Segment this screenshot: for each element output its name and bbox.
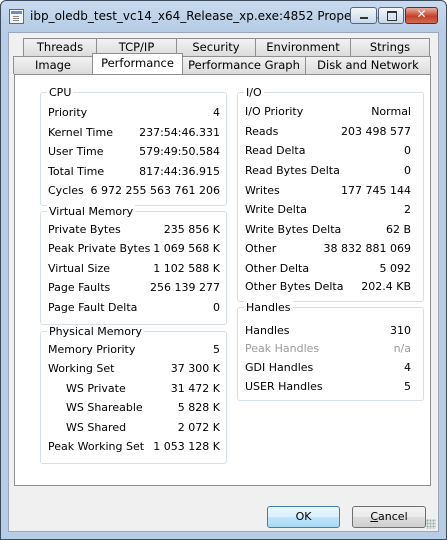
handles-label: Handles [245, 324, 290, 337]
io-label: Read Delta [245, 144, 306, 157]
tab-threads[interactable]: Threads [23, 38, 97, 56]
handles-group: Handles Handles 310 Peak Handles n/a GDI… [237, 301, 424, 401]
cpu-label: Total Time [48, 165, 105, 178]
maximize-button[interactable] [378, 7, 404, 24]
handles-label: USER Handles [245, 380, 323, 393]
handles-label: Peak Handles [245, 342, 320, 355]
io-value: 2 [404, 203, 411, 216]
properties-window: ibp_oledb_test_vc14_x64_Release_xp.exe:4… [0, 0, 447, 540]
tab-security[interactable]: Security [176, 38, 256, 56]
physical-memory-group: Physical Memory Memory Priority 5 Workin… [40, 325, 227, 464]
virtual-memory-value: 256 139 277 [150, 281, 220, 294]
minimize-button[interactable] [350, 7, 377, 24]
physical-memory-value: 1 053 128 K [153, 440, 220, 453]
virtual-memory-label: Private Bytes [48, 223, 121, 236]
handles-value: n/a [393, 342, 411, 355]
physical-memory-label: WS Shared [66, 421, 127, 434]
tab-disk-and-network[interactable]: Disk and Network [305, 56, 431, 74]
cpu-label: User Time [48, 145, 104, 158]
io-label: Other [245, 242, 277, 255]
handles-value: 5 [404, 380, 411, 393]
io-label: Other Bytes Delta [245, 280, 344, 293]
close-icon: ✕ [416, 7, 427, 21]
io-label: Writes [245, 184, 280, 197]
title-bar[interactable]: ibp_oledb_test_vc14_x64_Release_xp.exe:4… [1, 1, 446, 32]
handles-value: 310 [390, 324, 411, 337]
minimize-icon [360, 17, 368, 19]
virtual-memory-label: Virtual Size [48, 262, 111, 275]
io-value: 177 745 144 [341, 184, 411, 197]
virtual-memory-label: Page Fault Delta [48, 301, 138, 314]
virtual-memory-value: 235 856 K [163, 223, 220, 236]
cpu-value: 4 [213, 106, 220, 119]
handles-label: GDI Handles [245, 361, 314, 374]
io-value: 203 498 577 [341, 125, 411, 138]
physical-memory-group-title: Physical Memory [47, 325, 144, 338]
io-value: 0 [404, 164, 411, 177]
physical-memory-label: WS Private [66, 382, 126, 395]
tab-performance-graph[interactable]: Performance Graph [182, 56, 306, 74]
virtual-memory-label: Peak Private Bytes [48, 242, 151, 255]
physical-memory-label: Memory Priority [48, 343, 136, 356]
tab-performance[interactable]: Performance [92, 53, 183, 74]
io-value: 0 [404, 144, 411, 157]
cpu-label: Priority [48, 106, 88, 119]
cancel-button[interactable]: Cancel [352, 506, 426, 528]
virtual-memory-value: 0 [213, 301, 220, 314]
physical-memory-value: 5 [213, 343, 220, 356]
io-label: I/O Priority [245, 105, 304, 118]
window-title: ibp_oledb_test_vc14_x64_Release_xp.exe:4… [30, 9, 378, 23]
io-value: 5 092 [379, 262, 412, 275]
tab-strings[interactable]: Strings [350, 38, 430, 56]
cpu-group: CPU Priority 4 Kernel Time 237:54:46.331… [40, 86, 227, 206]
handles-value: 4 [404, 361, 411, 374]
io-value: 62 B [385, 223, 411, 236]
virtual-memory-label: Page Faults [48, 281, 111, 294]
physical-memory-value: 5 828 K [177, 401, 220, 414]
io-label: Other Delta [245, 262, 310, 275]
application-window-icon[interactable] [9, 9, 24, 24]
io-value: Normal [371, 105, 411, 118]
io-group-title: I/O [244, 86, 264, 99]
io-label: Write Bytes Delta [245, 223, 342, 236]
handles-group-title: Handles [244, 301, 293, 314]
virtual-memory-group: Virtual Memory Private Bytes 235 856 K P… [40, 205, 227, 325]
resize-grip[interactable] [426, 519, 436, 529]
ok-button[interactable]: OK [267, 506, 340, 528]
cpu-group-title: CPU [47, 86, 74, 99]
cpu-value: 6 972 255 563 761 206 [90, 184, 220, 197]
cpu-value: 579:49:50.584 [139, 145, 220, 158]
io-value: 38 832 881 069 [323, 242, 411, 255]
tab-environment[interactable]: Environment [255, 38, 351, 56]
tab-image[interactable]: Image [13, 56, 93, 74]
physical-memory-value: 37 300 K [170, 362, 220, 375]
io-label: Read Bytes Delta [245, 164, 340, 177]
cpu-value: 817:44:36.915 [139, 165, 220, 178]
virtual-memory-value: 1 069 568 K [153, 242, 220, 255]
performance-tab-panel: CPU Priority 4 Kernel Time 237:54:46.331… [14, 74, 431, 486]
physical-memory-label: Peak Working Set [48, 440, 145, 453]
dialog-client-area: Threads TCP/IP Security Environment Stri… [8, 32, 439, 532]
io-label: Write Delta [245, 203, 307, 216]
virtual-memory-value: 1 102 588 K [153, 262, 220, 275]
virtual-memory-group-title: Virtual Memory [47, 205, 136, 218]
physical-memory-value: 31 472 K [170, 382, 220, 395]
io-value: 202.4 KB [361, 280, 411, 293]
physical-memory-label: Working Set [48, 362, 115, 375]
physical-memory-label: WS Shareable [66, 401, 143, 414]
io-group: I/O I/O Priority Normal Reads 203 498 57… [237, 86, 424, 302]
cpu-label: Cycles [48, 184, 84, 197]
cpu-value: 237:54:46.331 [139, 126, 220, 139]
physical-memory-value: 2 072 K [177, 421, 220, 434]
close-button[interactable]: ✕ [405, 7, 438, 24]
io-label: Reads [245, 125, 279, 138]
cpu-label: Kernel Time [48, 126, 113, 139]
maximize-icon [387, 11, 397, 21]
